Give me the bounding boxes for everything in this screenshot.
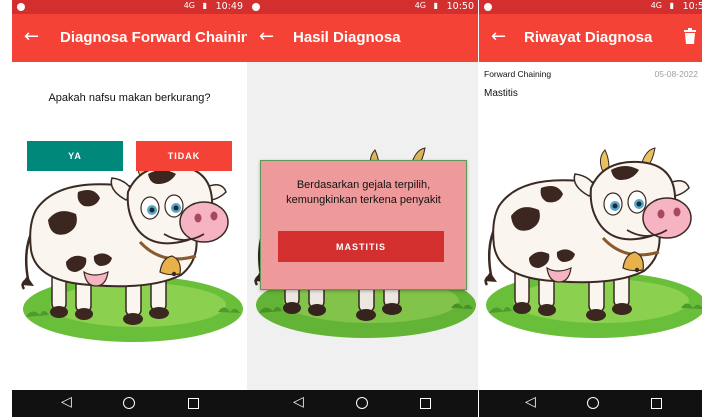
- battery-icon: ▮: [202, 1, 207, 10]
- back-arrow-icon[interactable]: ←: [24, 26, 39, 47]
- cow-illustration: [482, 146, 702, 338]
- trash-icon[interactable]: [684, 28, 696, 44]
- diagnosis-result-button[interactable]: MASTITIS: [278, 231, 444, 262]
- nav-recent-icon[interactable]: [651, 398, 662, 409]
- nav-back-icon[interactable]: ◁: [293, 394, 304, 410]
- nav-home-icon[interactable]: [587, 397, 599, 409]
- screen-riwayat: 4G ▮ 10:51 ← Riwayat Diagnosa Forward Ch…: [479, 0, 702, 417]
- clock: 10:51: [682, 1, 702, 12]
- battery-icon: ▮: [433, 1, 438, 10]
- app-bar: ← Riwayat Diagnosa: [479, 14, 702, 62]
- yes-button[interactable]: YA: [27, 141, 123, 171]
- battery-icon: ▮: [669, 1, 674, 10]
- back-arrow-icon[interactable]: ←: [259, 26, 274, 47]
- dialog-message: Berdasarkan gejala terpilih, kemungkinka…: [286, 179, 441, 206]
- nav-back-icon[interactable]: ◁: [525, 394, 536, 410]
- nav-back-icon[interactable]: ◁: [61, 394, 72, 410]
- status-bar: 4G ▮ 10:50: [247, 0, 478, 14]
- history-result: Mastitis: [484, 88, 518, 99]
- app-notification-icon: [484, 3, 492, 11]
- signal-icon: 4G: [183, 1, 195, 10]
- nav-recent-icon[interactable]: [188, 398, 199, 409]
- nav-home-icon[interactable]: [356, 397, 368, 409]
- app-notification-icon: [17, 3, 25, 11]
- app-notification-icon: [252, 3, 260, 11]
- screen-hasil: 4G ▮ 10:50 ← Hasil Diagnosa Berdasarkan …: [247, 0, 478, 417]
- history-date: 05-08-2022: [654, 69, 698, 79]
- no-button[interactable]: TIDAK: [136, 141, 232, 171]
- question-text: Apakah nafsu makan berkurang?: [48, 92, 211, 104]
- signal-icon: 4G: [414, 1, 426, 10]
- page-title: Diagnosa Forward Chaining: [60, 29, 247, 46]
- history-method: Forward Chaining: [484, 69, 552, 79]
- nav-bar: ◁: [12, 390, 247, 417]
- signal-icon: 4G: [650, 1, 662, 10]
- nav-home-icon[interactable]: [123, 397, 135, 409]
- nav-bar: ◁: [247, 390, 478, 417]
- clock: 10:50: [446, 1, 474, 12]
- status-bar: 4G ▮ 10:49: [12, 0, 247, 14]
- back-arrow-icon[interactable]: ←: [491, 26, 506, 47]
- app-bar: ← Diagnosa Forward Chaining: [12, 14, 247, 62]
- app-bar: ← Hasil Diagnosa: [247, 14, 478, 62]
- clock: 10:49: [215, 1, 243, 12]
- status-bar: 4G ▮ 10:51: [479, 0, 702, 14]
- nav-bar: ◁: [479, 390, 702, 417]
- nav-recent-icon[interactable]: [420, 398, 431, 409]
- page-title: Riwayat Diagnosa: [524, 29, 653, 46]
- page-title: Hasil Diagnosa: [293, 29, 401, 46]
- screen-diagnosa: 4G ▮ 10:49 ← Diagnosa Forward Chaining A…: [12, 0, 247, 417]
- result-dialog: Berdasarkan gejala terpilih, kemungkinka…: [260, 160, 467, 290]
